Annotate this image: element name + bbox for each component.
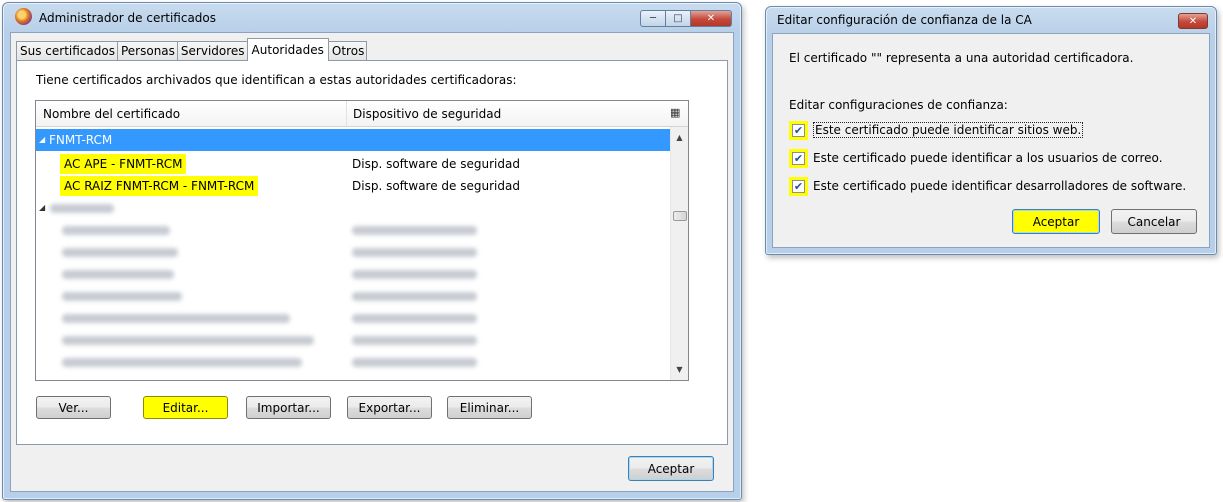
dialog-client-area: El certificado "" representa a una autor… (772, 33, 1210, 248)
dialog-description: El certificado "" representa a una autor… (789, 51, 1134, 65)
blurred-row[interactable] (36, 329, 670, 351)
column-header-name[interactable]: Nombre del certificado (43, 107, 180, 121)
scroll-up-icon[interactable]: ▲ (671, 129, 688, 146)
close-icon: ✕ (706, 13, 716, 24)
tab-others[interactable]: Otros (327, 41, 368, 61)
tab-strip: Sus certificados Personas Servidores Aut… (16, 38, 368, 61)
expand-triangle-icon[interactable]: ◢ (39, 197, 45, 219)
import-label: Importar... (257, 400, 320, 415)
dialog-accept-button[interactable]: Aceptar (1012, 209, 1100, 234)
option-label: Este certificado puede identificar sitio… (813, 122, 1084, 138)
option-label: Este certificado puede identificar desar… (813, 179, 1187, 193)
dialog-cancel-label: Cancelar (1127, 214, 1181, 229)
title-bar[interactable]: Administrador de certificados ─ □ ✕ (3, 3, 741, 31)
delete-label: Eliminar... (459, 400, 520, 415)
import-button[interactable]: Importar... (246, 396, 331, 419)
blurred-row[interactable] (36, 351, 670, 373)
edit-ca-trust-dialog: Editar configuración de confianza de la … (765, 6, 1217, 255)
dialog-accept-label: Aceptar (1032, 214, 1080, 229)
delete-button[interactable]: Eliminar... (447, 396, 532, 419)
tree-group-row[interactable]: ◢ FNMT-RCM (36, 129, 670, 151)
certificate-name: AC APE - FNMT-RCM (60, 154, 187, 174)
close-icon: ✕ (1188, 15, 1198, 27)
minimize-icon: ─ (649, 13, 657, 24)
trust-option-software[interactable]: ✔ Este certificado puede identificar des… (789, 176, 1186, 196)
checkbox-highlight: ✔ (789, 176, 808, 196)
tab-authorities[interactable]: Autoridades (246, 38, 329, 61)
export-button[interactable]: Exportar... (347, 396, 432, 419)
window-title: Administrador de certificados (39, 11, 217, 25)
accept-button[interactable]: Aceptar (628, 456, 714, 481)
certificate-manager-window: Administrador de certificados ─ □ ✕ Sus … (2, 2, 742, 500)
tab-servers[interactable]: Servidores (176, 41, 248, 61)
column-picker-icon[interactable]: ▦ (670, 106, 683, 119)
checkbox-highlight: ✔ (789, 120, 808, 140)
dialog-title: Editar configuración de confianza de la … (777, 13, 1032, 27)
blurred-row[interactable] (36, 241, 670, 263)
column-divider[interactable] (346, 101, 347, 126)
close-button[interactable]: ✕ (690, 10, 732, 27)
maximize-button[interactable]: □ (665, 10, 691, 27)
blurred-group-row[interactable]: ◢ (36, 197, 670, 219)
trust-settings-label: Editar configuraciones de confianza: (789, 98, 1008, 112)
table-row[interactable]: AC RAIZ FNMT-RCM - FNMT-RCM Disp. softwa… (36, 175, 670, 197)
tree-header: Nombre del certificado Dispositivo de se… (36, 101, 688, 127)
certificate-tree[interactable]: Nombre del certificado Dispositivo de se… (35, 100, 689, 381)
accept-label: Aceptar (647, 461, 695, 476)
edit-label: Editar... (162, 400, 209, 415)
edit-button[interactable]: Editar... (143, 396, 228, 419)
checkbox[interactable]: ✔ (792, 151, 805, 165)
dialog-title-bar[interactable]: Editar configuración de confianza de la … (766, 7, 1216, 33)
export-label: Exportar... (358, 400, 421, 415)
security-device: Disp. software de seguridad (352, 157, 520, 171)
window-client-area: Sus certificados Personas Servidores Aut… (10, 32, 734, 492)
maximize-icon: □ (673, 13, 683, 24)
scroll-thumb[interactable] (673, 211, 687, 221)
group-label: FNMT-RCM (49, 133, 113, 147)
view-button[interactable]: Ver... (36, 396, 111, 419)
checkbox[interactable]: ✔ (792, 123, 805, 137)
option-label: Este certificado puede identificar a los… (813, 151, 1163, 165)
certificate-name: AC RAIZ FNMT-RCM - FNMT-RCM (60, 176, 259, 196)
tab-your-certificates[interactable]: Sus certificados (16, 41, 118, 61)
expand-triangle-icon[interactable]: ◢ (39, 129, 45, 151)
intro-text: Tiene certificados archivados que identi… (36, 73, 517, 87)
trust-option-websites[interactable]: ✔ Este certificado puede identificar sit… (789, 120, 1084, 140)
checkbox[interactable]: ✔ (792, 179, 805, 193)
blurred-row[interactable] (36, 219, 670, 241)
blurred-row[interactable] (36, 263, 670, 285)
vertical-scrollbar[interactable]: ▲ ▼ (670, 127, 688, 380)
dialog-cancel-button[interactable]: Cancelar (1111, 209, 1197, 234)
tab-people[interactable]: Personas (116, 41, 178, 61)
view-label: Ver... (58, 400, 89, 415)
column-header-device[interactable]: Dispositivo de seguridad (353, 107, 501, 121)
table-row[interactable]: AC APE - FNMT-RCM Disp. software de segu… (36, 153, 670, 175)
authorities-panel: Tiene certificados archivados que identi… (16, 60, 728, 445)
blurred-text (50, 204, 114, 213)
checkbox-highlight: ✔ (789, 148, 808, 168)
scroll-down-icon[interactable]: ▼ (671, 361, 688, 378)
minimize-button[interactable]: ─ (640, 10, 666, 27)
blurred-row[interactable] (36, 285, 670, 307)
blurred-row[interactable] (36, 307, 670, 329)
security-device: Disp. software de seguridad (352, 179, 520, 193)
trust-option-email[interactable]: ✔ Este certificado puede identificar a l… (789, 148, 1163, 168)
dialog-close-button[interactable]: ✕ (1178, 13, 1208, 29)
firefox-icon (15, 8, 32, 25)
